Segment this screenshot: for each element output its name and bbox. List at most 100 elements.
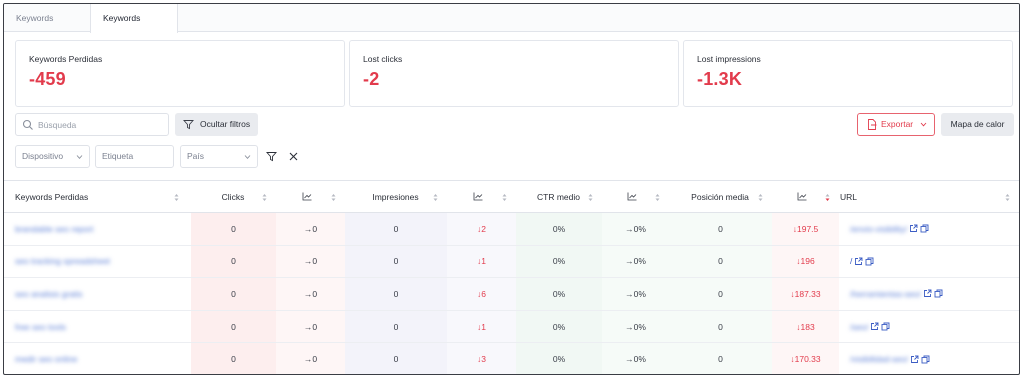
cell-value: →0 <box>303 223 318 234</box>
cell-value: →0% <box>625 354 646 365</box>
col-keyword[interactable]: Keywords Perdidas <box>15 181 187 213</box>
search-icon <box>22 119 33 130</box>
sort-icon <box>1005 194 1010 201</box>
url-link[interactable]: /envio-visibility/ <box>850 224 929 234</box>
export-button[interactable]: Exportar <box>857 113 935 136</box>
cell-keyword[interactable]: brandable seo report <box>4 213 191 245</box>
sort-desc-active-icon <box>825 194 830 201</box>
url-link[interactable]: /visibilidad-seo/ <box>850 354 930 364</box>
col-position[interactable]: Posición media <box>669 181 771 213</box>
country-select[interactable]: País <box>180 145 258 168</box>
url-text[interactable]: /envio-visibility/ <box>850 224 907 234</box>
external-link-icon[interactable] <box>870 322 879 331</box>
cell-impressions: 0 <box>345 245 447 278</box>
col-ctr-trend[interactable] <box>602 181 668 213</box>
cell-ctr-delta: →0% <box>602 278 669 310</box>
copy-icon[interactable] <box>865 257 874 266</box>
col-impressions-trend[interactable] <box>447 181 515 213</box>
copy-icon[interactable] <box>921 355 930 364</box>
cell-impressions: 0 <box>345 310 447 343</box>
cell-ctr-delta: →0% <box>602 213 669 245</box>
device-select[interactable]: Dispositivo <box>15 145 90 168</box>
cell-value: →0 <box>303 288 318 299</box>
country-select-value: País <box>187 151 205 161</box>
tab-keywords-perdidas[interactable]: Keywords Perdidas <box>90 4 178 51</box>
keyword-link[interactable]: medir seo online <box>15 354 77 364</box>
url-text[interactable]: /visibilidad-seo/ <box>850 354 908 364</box>
cell-ctr: 0% <box>516 310 602 343</box>
cell-impressions-delta: ↓6 <box>447 278 516 310</box>
close-icon[interactable] <box>288 151 299 162</box>
keyword-link[interactable]: seo analisis gratis <box>15 289 83 299</box>
kpi-value: -2 <box>363 69 380 89</box>
cell-value: ↓2 <box>477 223 486 234</box>
sort-icon <box>758 194 763 201</box>
col-clicks[interactable]: Clicks <box>191 181 275 213</box>
cell-clicks: 0 <box>191 310 276 343</box>
cell-value: 0% <box>552 288 566 299</box>
external-link-icon[interactable] <box>909 224 918 233</box>
cell-value: 0 <box>393 223 399 234</box>
sort-icon <box>655 194 660 201</box>
chart-icon <box>473 192 483 201</box>
col-impressions[interactable]: Impresiones <box>345 181 446 213</box>
cell-keyword[interactable]: free seo tools <box>4 311 191 343</box>
url-text[interactable]: /seo/ <box>850 322 868 332</box>
cell-position: 0 <box>669 213 772 245</box>
col-position-trend[interactable] <box>772 181 838 213</box>
kpi-value: -459 <box>29 69 66 89</box>
label-input[interactable]: Etiqueta <box>95 145 174 168</box>
filter-icon[interactable] <box>266 151 277 162</box>
cell-value: →0 <box>303 321 318 332</box>
keyword-link[interactable]: seo tracking spreadsheet <box>15 256 110 266</box>
cell-clicks-delta: →0 <box>276 213 345 245</box>
cell-value: →0% <box>625 321 646 332</box>
cell-url: /seo/ <box>839 311 1019 343</box>
url-link[interactable]: /herramientas-seo/ <box>850 289 943 299</box>
copy-icon[interactable] <box>881 322 890 331</box>
kpi-label: Keywords Perdidas <box>29 54 103 64</box>
url-link[interactable]: /seo/ <box>850 322 890 332</box>
url-link[interactable]: / <box>850 256 874 266</box>
copy-icon[interactable] <box>934 289 943 298</box>
cell-value: 0 <box>231 256 236 267</box>
cell-ctr: 0% <box>516 213 602 245</box>
cell-value: ↓3 <box>477 354 486 365</box>
cell-ctr-delta: →0% <box>602 343 669 374</box>
cell-value: →0% <box>625 288 646 299</box>
cell-position-delta: ↓187.33 <box>772 278 839 310</box>
external-link-icon[interactable] <box>923 289 932 298</box>
col-keyword-label: Keywords Perdidas <box>15 192 89 202</box>
cell-keyword[interactable]: seo analisis gratis <box>4 278 191 310</box>
tab-keywords-nuevas[interactable]: Keywords Nuevas <box>4 4 90 51</box>
col-clicks-trend[interactable] <box>276 181 344 213</box>
cell-keyword[interactable]: seo tracking spreadsheet <box>4 246 191 278</box>
search-input[interactable] <box>38 117 166 133</box>
chevron-down-icon <box>920 122 927 127</box>
external-link-icon[interactable] <box>854 257 863 266</box>
cell-value: ↓183 <box>796 321 815 332</box>
heatmap-button[interactable]: Mapa de calor <box>941 113 1014 136</box>
cell-ctr-delta: →0% <box>602 310 669 343</box>
cell-impressions-delta: ↓2 <box>447 213 516 245</box>
url-text[interactable]: /herramientas-seo/ <box>850 289 921 299</box>
col-ctr[interactable]: CTR medio <box>516 181 601 213</box>
copy-icon[interactable] <box>920 224 929 233</box>
keyword-link[interactable]: free seo tools <box>15 322 66 332</box>
search-box <box>15 113 169 136</box>
cell-value: →0% <box>625 223 646 234</box>
keyword-link[interactable]: brandable seo report <box>15 224 93 234</box>
cell-value: ↓1 <box>477 321 486 332</box>
hide-filters-button[interactable]: Ocultar filtros <box>175 113 258 136</box>
cell-value: 0 <box>393 354 399 365</box>
sort-icon <box>331 194 336 201</box>
kpi-card-lost-clicks: Lost clicks -2 <box>349 40 679 107</box>
url-text[interactable]: / <box>850 256 852 266</box>
external-link-icon[interactable] <box>910 355 919 364</box>
cell-value: 0 <box>231 321 236 332</box>
cell-position-delta: ↓196 <box>772 245 839 278</box>
cell-keyword[interactable]: medir seo online <box>4 343 191 374</box>
col-url[interactable]: URL <box>840 181 1018 213</box>
cell-value: 0% <box>552 223 566 234</box>
table-body: brandable seo report 0 →0 0 ↓2 0% →0% 0 ↓197.5/e… <box>4 213 1019 374</box>
